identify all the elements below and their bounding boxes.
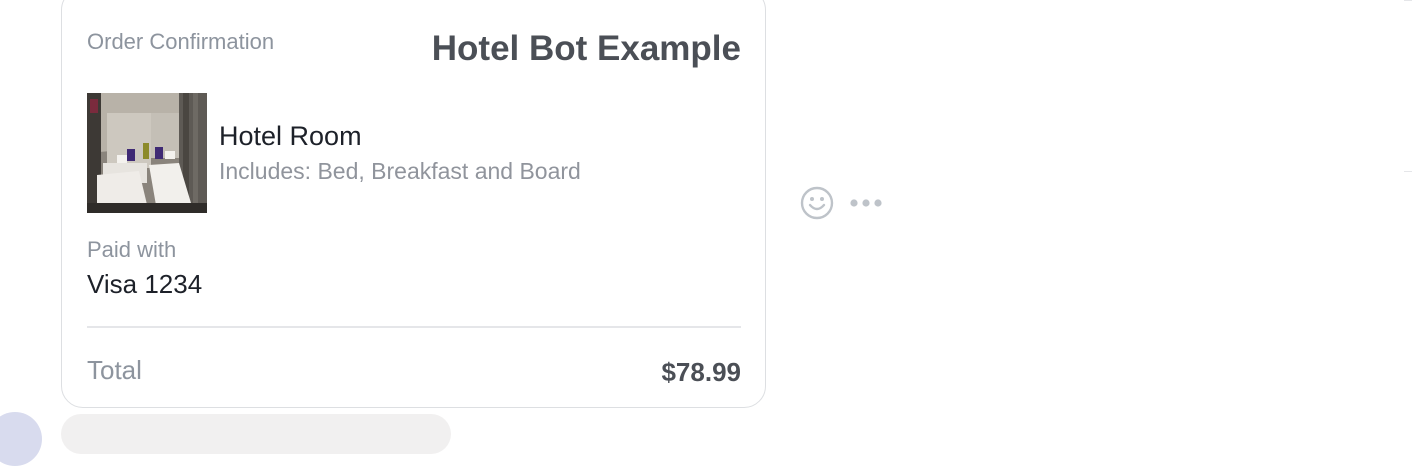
react-button[interactable] [800, 186, 834, 220]
total-amount: $78.99 [661, 357, 741, 387]
paid-with-label: Paid with [87, 237, 177, 262]
item-subtitle: Includes: Bed, Breakfast and Board [219, 158, 581, 184]
sidebar-border-mid [1404, 171, 1412, 172]
merchant-name: Hotel Bot Example [431, 29, 741, 68]
order-confirmation-label: Order Confirmation [87, 29, 275, 54]
more-options-button[interactable] [848, 197, 884, 209]
receipt-divider [87, 326, 741, 328]
hotel-room-photo [87, 93, 207, 213]
hotel-room-image[interactable] [87, 93, 207, 213]
sidebar-border-top [1404, 0, 1412, 1]
receipt-card: Order Confirmation Hotel Bot Example Hot… [61, 0, 766, 408]
next-message-bubble[interactable] [61, 414, 451, 454]
smiley-icon [800, 186, 834, 220]
item-title: Hotel Room [219, 121, 362, 151]
message-actions [800, 186, 884, 220]
payment-method: Visa 1234 [87, 269, 203, 299]
total-label: Total [87, 355, 142, 385]
more-dots-icon [850, 199, 882, 207]
avatar[interactable] [0, 412, 42, 466]
